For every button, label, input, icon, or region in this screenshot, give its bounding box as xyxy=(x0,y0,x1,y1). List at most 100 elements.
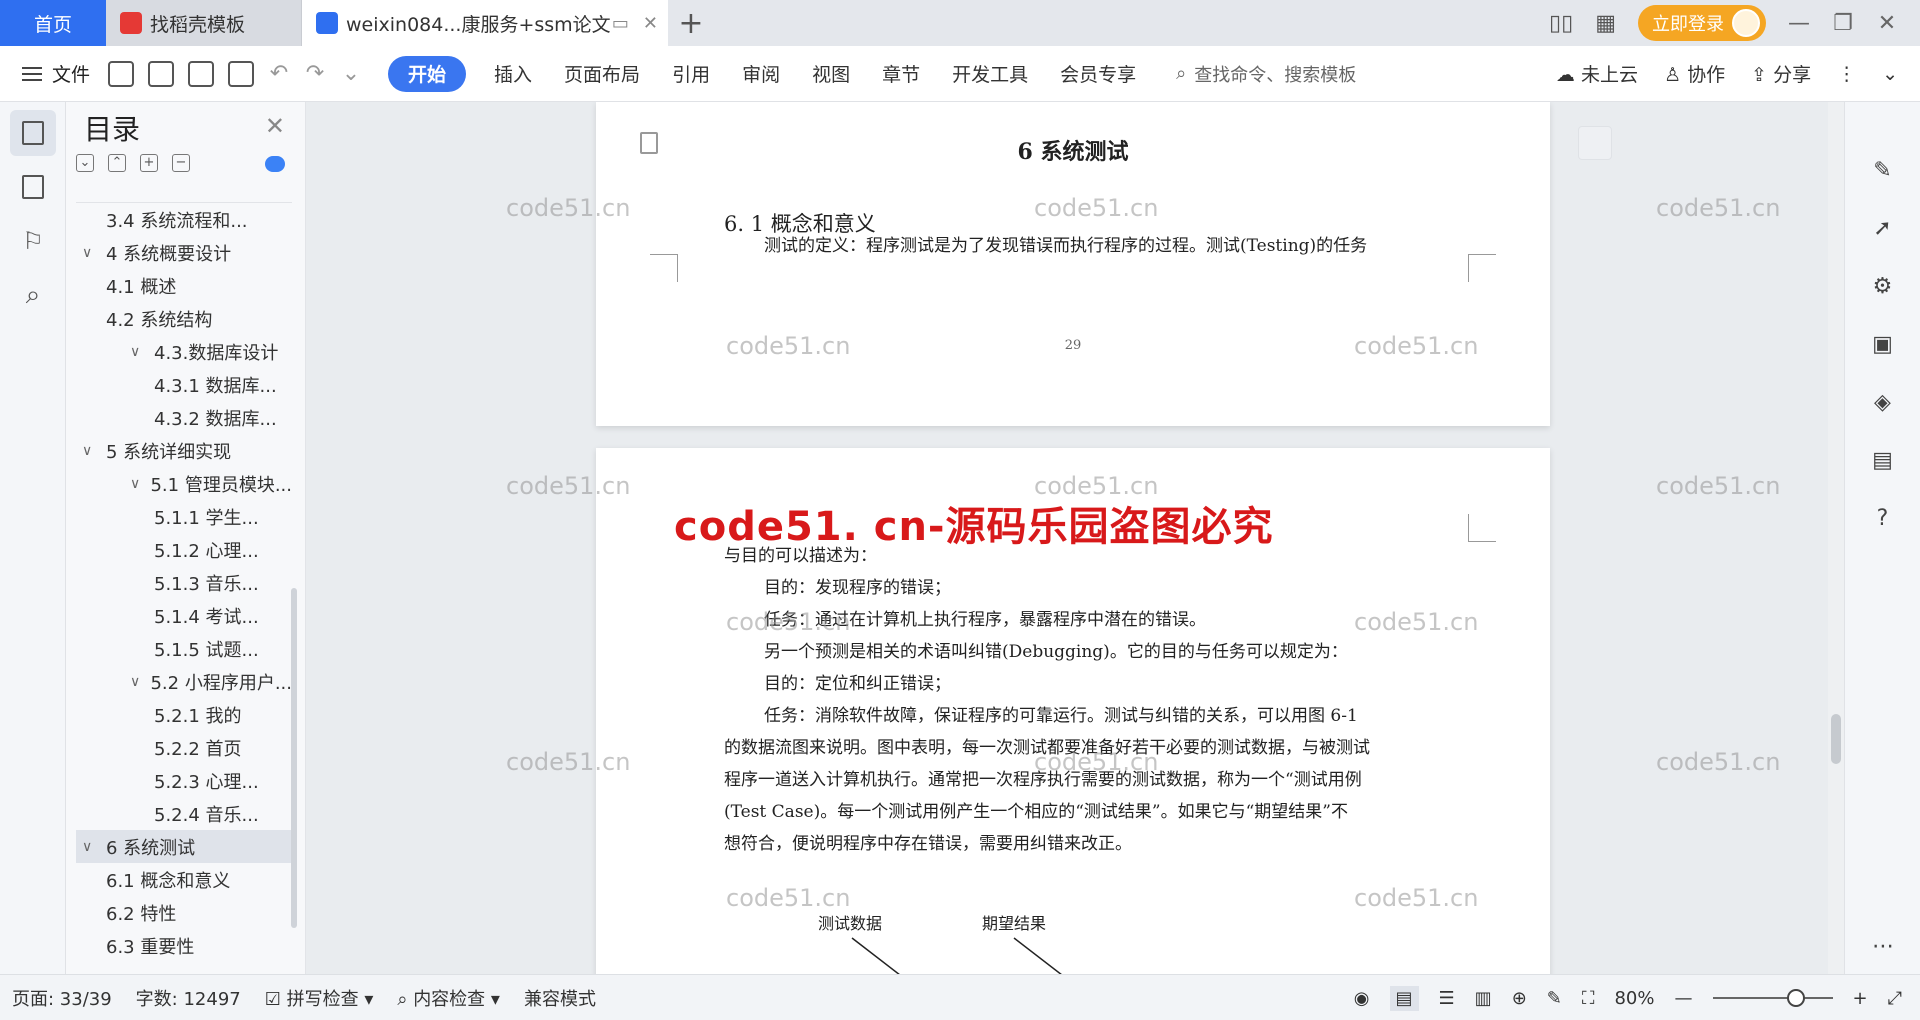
navigation-panel-button[interactable] xyxy=(10,164,56,210)
toc-item[interactable]: 5.2.3 心理... xyxy=(76,764,292,797)
collab-button[interactable]: ♙ 协作 xyxy=(1664,60,1725,87)
toc-item[interactable]: 6.2 特性 xyxy=(76,896,292,929)
toc-item[interactable]: 5.1.2 心理... xyxy=(76,533,292,566)
print-preview-icon[interactable] xyxy=(228,60,255,87)
toc-item[interactable]: ∨ 4 系统概要设计 xyxy=(76,236,292,269)
toc-item[interactable]: 4.3.2 数据库... xyxy=(76,401,292,434)
layout-icon[interactable]: ▯▯ xyxy=(1549,11,1573,36)
cloud-status-button[interactable]: ☁ 未上云 xyxy=(1556,60,1638,87)
zoom-slider[interactable] xyxy=(1712,989,1833,1007)
toc-item[interactable]: 5.1.4 考试... xyxy=(76,599,292,632)
scrollbar-thumb[interactable] xyxy=(1831,714,1841,764)
help-icon[interactable]: ? xyxy=(1863,498,1903,538)
tab-template[interactable]: 找稻壳模板 xyxy=(106,0,302,46)
image-tool-icon[interactable]: ▣ xyxy=(1863,324,1903,364)
tab-close-icon[interactable]: ✕ xyxy=(643,13,658,34)
toc-scrollbar[interactable] xyxy=(291,588,297,928)
find-panel-button[interactable]: ⌕ xyxy=(10,272,56,318)
remove-heading-icon[interactable]: − xyxy=(172,154,190,172)
eye-protect-icon[interactable]: ◉ xyxy=(1354,988,1370,1009)
toc-toggle-icon[interactable] xyxy=(265,156,285,172)
ribbon-tab-view[interactable]: 视图 xyxy=(796,56,866,92)
select-cursor-icon[interactable]: ➚ xyxy=(1863,208,1903,248)
toc-item[interactable]: 5.1.1 学生... xyxy=(76,500,292,533)
toc-item[interactable]: ∨ 6 系统测试 xyxy=(76,830,292,863)
outline-view-icon[interactable]: ☰ xyxy=(1439,988,1455,1009)
page-indicator[interactable]: 页面: 33/39 xyxy=(0,985,124,1011)
document-canvas[interactable]: 6 系统测试 6. 1 概念和意义 测试的定义：程序测试是为了发现错误而执行程序… xyxy=(306,102,1844,974)
close-window-icon[interactable]: ✕ xyxy=(1876,11,1898,36)
fit-page-icon[interactable]: ⛶ xyxy=(1582,988,1595,1009)
zoom-in-icon[interactable]: + xyxy=(1853,988,1868,1009)
ribbon-tab-start[interactable]: 开始 xyxy=(388,55,467,92)
toc-item[interactable]: 4.1 概述 xyxy=(76,269,292,302)
share-button[interactable]: ⇪ 分享 xyxy=(1751,60,1811,87)
zoom-slider-knob[interactable] xyxy=(1786,989,1805,1007)
outline-panel-button[interactable] xyxy=(10,110,56,156)
ai-assist-icon[interactable]: ◈ xyxy=(1863,382,1903,422)
toc-item[interactable]: 5.1.5 试题... xyxy=(76,632,292,665)
tab-pin-icon[interactable]: ▭ xyxy=(612,13,629,34)
word-count[interactable]: 字数: 12497 xyxy=(124,985,253,1011)
toc-item[interactable]: 6.3 重要性 xyxy=(76,929,292,962)
web-view-icon[interactable]: ⊕ xyxy=(1512,988,1527,1009)
new-tab-button[interactable]: + xyxy=(668,0,714,46)
toc-item[interactable]: ∨ 4.3.数据库设计 xyxy=(76,335,292,368)
toc-item[interactable]: 3.4 系统流程和... xyxy=(76,203,292,236)
redo-icon[interactable]: ↷ xyxy=(304,61,326,87)
tab-document[interactable]: weixin084...康服务+ssm论文 ▭ ✕ xyxy=(302,0,668,46)
toc-item[interactable]: 4.2 系统结构 xyxy=(76,302,292,335)
login-button[interactable]: 立即登录 xyxy=(1638,5,1766,41)
ribbon-tab-insert[interactable]: 插入 xyxy=(478,56,548,92)
chevron-down-icon[interactable]: ∨ xyxy=(82,245,98,261)
collapse-ribbon-icon[interactable]: ⌄ xyxy=(1882,63,1898,85)
toc-item[interactable]: 5.1.3 音乐... xyxy=(76,566,292,599)
export-icon[interactable] xyxy=(148,60,175,87)
zoom-level[interactable]: 80% xyxy=(1614,988,1654,1009)
toc-item[interactable]: 5.2.2 首页 xyxy=(76,731,292,764)
spell-check-button[interactable]: ☑ 拼写检查 ▾ xyxy=(253,985,386,1011)
vertical-scrollbar[interactable] xyxy=(1828,102,1844,974)
bookmark-panel-button[interactable]: ⚐ xyxy=(10,218,56,264)
toc-item[interactable]: ∨ 5.1 管理员模块... xyxy=(76,467,292,500)
toc-item[interactable]: 5.2.4 音乐... xyxy=(76,797,292,830)
toc-item[interactable]: 6.1 概念和意义 xyxy=(76,863,292,896)
page-view-icon[interactable]: ▤ xyxy=(1389,985,1419,1011)
chevron-down-icon[interactable]: ∨ xyxy=(82,443,98,459)
tab-home[interactable]: 首页 xyxy=(0,0,106,46)
collapse-pane-button[interactable] xyxy=(1578,126,1612,160)
read-mode-icon[interactable]: ▥ xyxy=(1475,988,1492,1009)
document-page[interactable]: code51. cn-源码乐园盗图必究 与目的可以描述为： 目的：发现程序的错误… xyxy=(596,448,1550,974)
file-menu-button[interactable]: 文件 xyxy=(0,60,108,87)
ribbon-tab-review[interactable]: 审阅 xyxy=(726,56,796,92)
ribbon-tab-references[interactable]: 引用 xyxy=(656,56,726,92)
ribbon-tab-layout[interactable]: 页面布局 xyxy=(548,56,656,92)
write-mode-icon[interactable]: ✎ xyxy=(1547,988,1562,1009)
edit-pen-icon[interactable]: ✎ xyxy=(1863,150,1903,190)
restore-icon[interactable]: ❐ xyxy=(1832,11,1854,36)
expand-all-icon[interactable]: ⌄ xyxy=(76,154,94,172)
chevron-down-icon[interactable]: ∨ xyxy=(82,839,98,855)
document-page[interactable]: 6 系统测试 6. 1 概念和意义 测试的定义：程序测试是为了发现错误而执行程序… xyxy=(596,102,1550,426)
print-icon[interactable] xyxy=(188,60,215,87)
grid-apps-icon[interactable]: ▦ xyxy=(1595,11,1616,36)
ribbon-tab-member[interactable]: 会员专享 xyxy=(1044,56,1152,92)
content-check-button[interactable]: ⌕ 内容检查 ▾ xyxy=(385,985,512,1011)
command-search[interactable]: ⌕ 查找命令、搜索模板 xyxy=(1176,61,1356,87)
chevron-down-icon[interactable]: ∨ xyxy=(130,674,142,690)
collapse-all-icon[interactable]: ⌃ xyxy=(108,154,126,172)
undo-icon[interactable]: ↶ xyxy=(268,61,290,87)
zoom-out-icon[interactable]: — xyxy=(1675,988,1693,1009)
ribbon-tab-chapter[interactable]: 章节 xyxy=(866,56,936,92)
chevron-down-icon[interactable]: ∨ xyxy=(130,476,142,492)
toc-item[interactable]: 5.2.1 我的 xyxy=(76,698,292,731)
add-heading-icon[interactable]: + xyxy=(140,154,158,172)
toc-close-icon[interactable]: ✕ xyxy=(265,112,285,140)
more-icon[interactable]: ⋮ xyxy=(1837,63,1856,85)
minimize-icon[interactable]: — xyxy=(1788,11,1810,36)
toc-item[interactable]: ∨ 5 系统详细实现 xyxy=(76,434,292,467)
toc-item[interactable]: 4.3.1 数据库... xyxy=(76,368,292,401)
adjust-icon[interactable]: ⚙ xyxy=(1863,266,1903,306)
chevron-down-icon[interactable]: ∨ xyxy=(130,344,146,360)
toc-item[interactable]: ∨ 5.2 小程序用户... xyxy=(76,665,292,698)
